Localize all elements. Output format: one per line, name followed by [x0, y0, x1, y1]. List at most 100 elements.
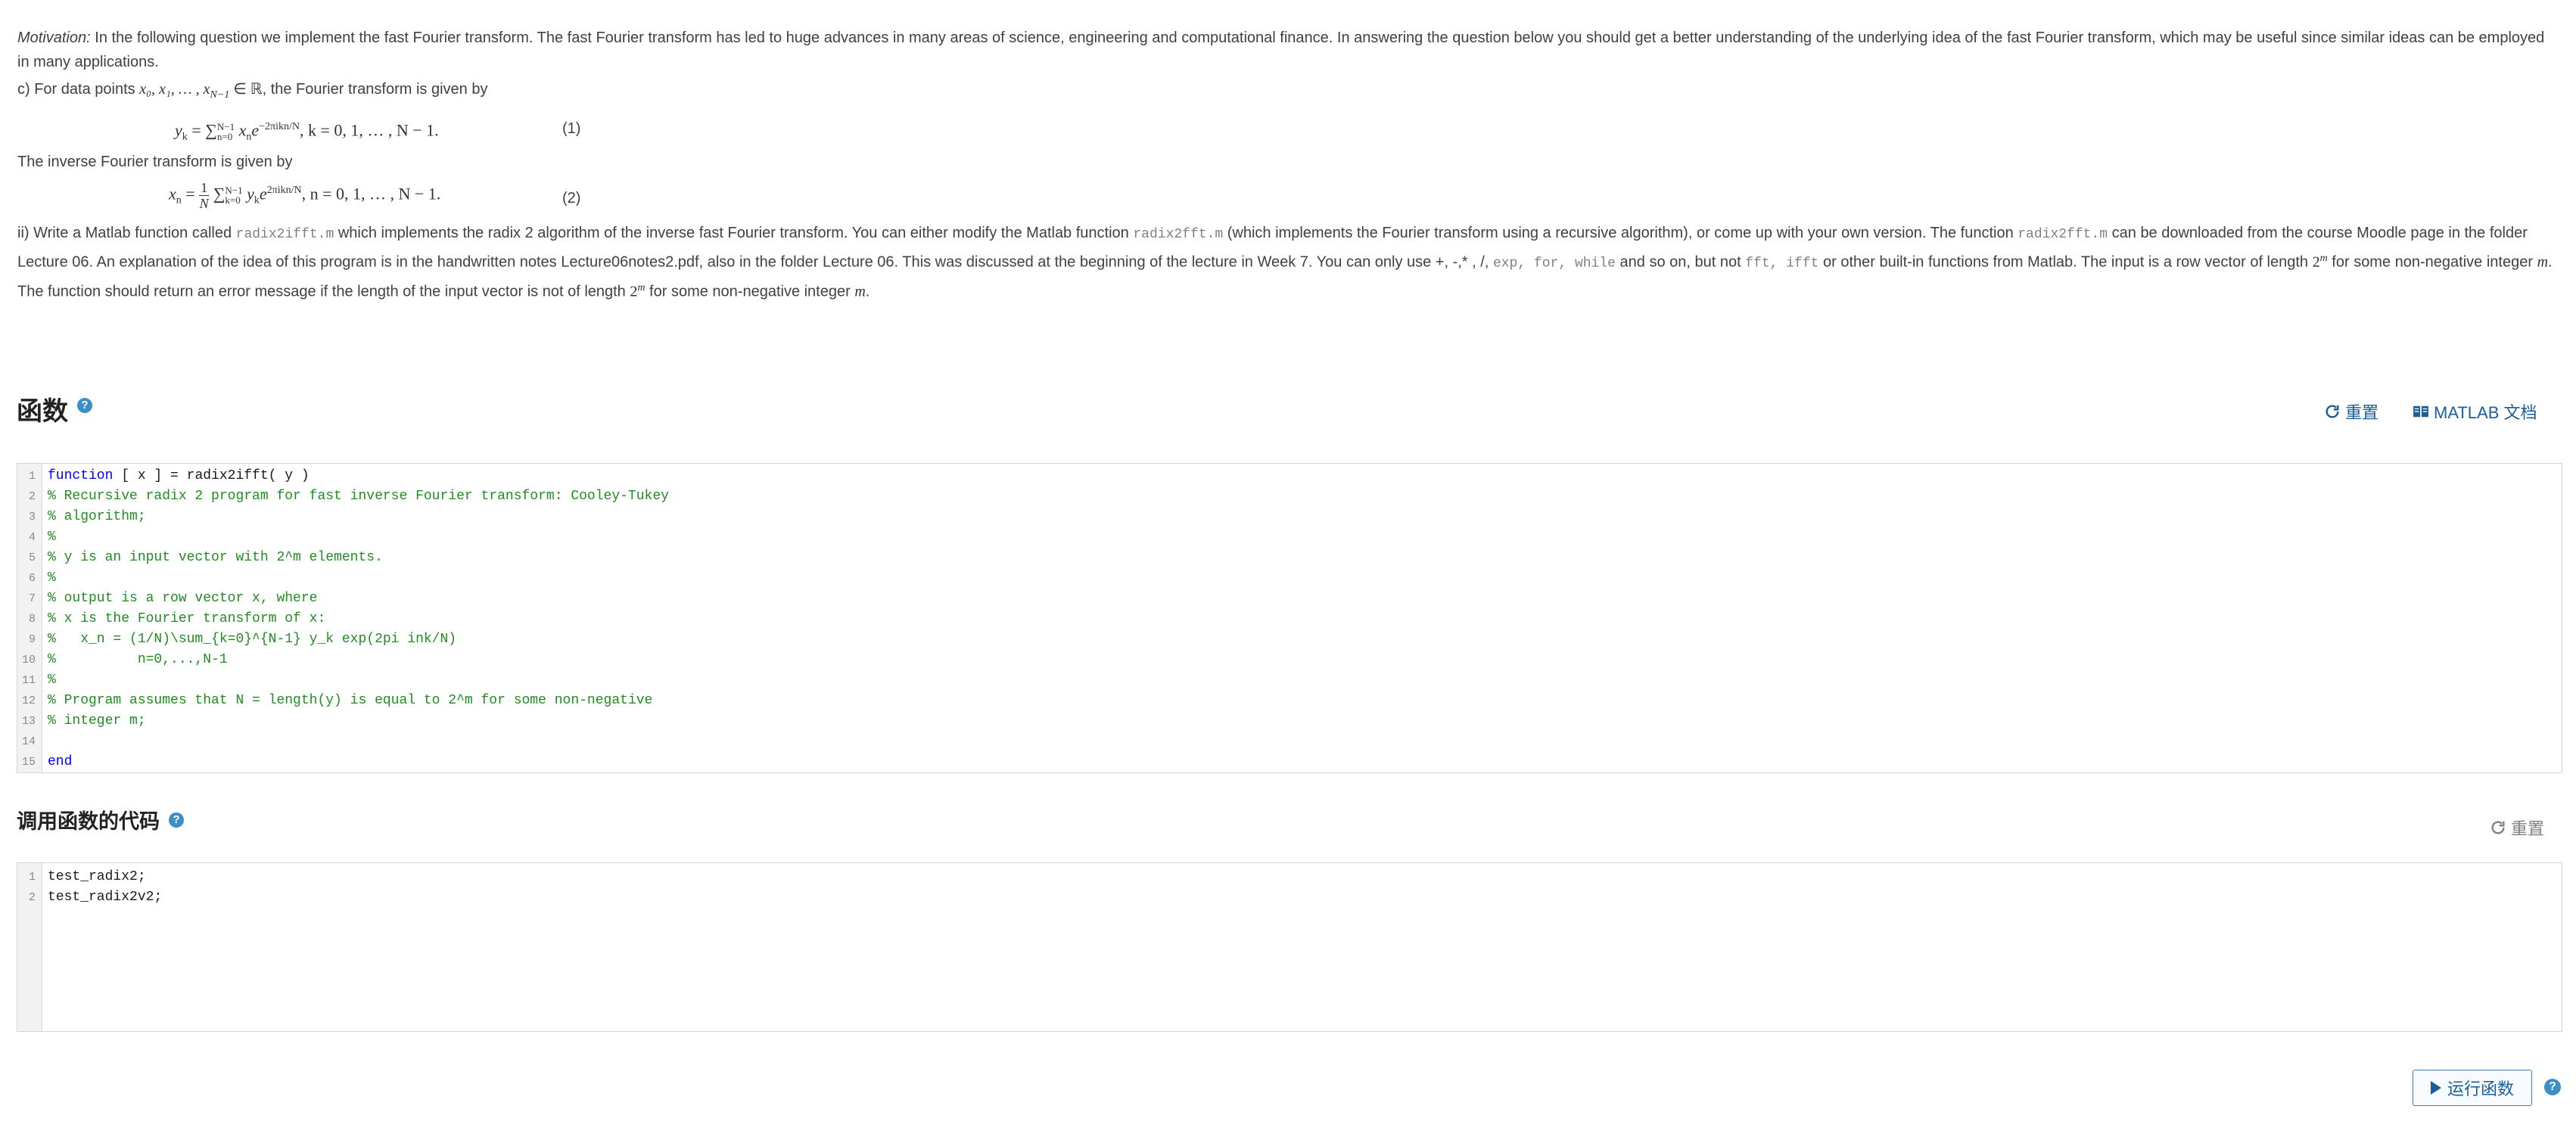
eq1-sum: = ∑ — [187, 120, 217, 140]
code-line[interactable]: 1 function [ x ] = radix2ifft( y ) — [17, 466, 2562, 486]
code-line[interactable]: 15 end — [17, 752, 2562, 772]
part-ii-g: for some non-negative integer — [2327, 253, 2537, 271]
code-line[interactable]: 7 % output is a row vector x, where — [17, 589, 2562, 609]
eq1-exp: −2πikn/N — [259, 121, 300, 132]
code-text: test_radix2; — [48, 869, 146, 884]
eq2-sum-sub: k=0 — [225, 194, 241, 207]
function-section-title: 函数 — [17, 397, 68, 426]
eq1-range: , k = 0, 1, … , N − 1. — [299, 120, 439, 140]
help-icon[interactable]: ? — [77, 397, 92, 413]
eq2-exp: 2πikn/N — [266, 185, 302, 196]
code-line[interactable]: 2 % Recursive radix 2 program for fast in… — [17, 486, 2562, 507]
points-text: x₀, x₁, … , x — [139, 81, 210, 98]
code-text: % Recursive radix 2 program for fast inv… — [48, 489, 669, 504]
equation-1: yk = ∑ N−1 n=0 xne−2πikn/N, k = 0, 1, … , … — [17, 107, 2553, 150]
code-text: % x_n = (1/N)\sum_{k=0}^{N-1} y_k exp(2p… — [48, 632, 457, 647]
code-line[interactable]: 12 % Program assumes that N = length(y) i… — [17, 691, 2562, 711]
part-ii-f: or other built-in functions from Matlab.… — [1818, 253, 2313, 271]
line-number: 11 — [21, 674, 36, 687]
part-ii-a: ii) Write a Matlab function called — [17, 225, 236, 241]
function-code-editor[interactable]: 1 function [ x ] = radix2ifft( y ) 2 % Recu… — [17, 463, 2562, 773]
part-ii-c: (which implements the Fourier transform … — [1223, 225, 2018, 241]
line-number: 7 — [28, 592, 36, 605]
code-line[interactable]: 11% — [17, 670, 2562, 691]
part-ii-paragraph: ii) Write a Matlab function called radix… — [17, 221, 2553, 303]
motivation-label: Motivation: — [17, 30, 91, 46]
code-line[interactable]: 10 % n=0,...,N-1 — [17, 650, 2562, 670]
code-line[interactable]: 4% — [17, 527, 2562, 548]
inverse-intro: The inverse Fourier transform is given b… — [17, 154, 293, 170]
code-text: % x is the Fourier transform of x: — [48, 611, 326, 626]
eq1-lhs: y — [175, 120, 182, 140]
code-line[interactable]: 6% — [17, 568, 2562, 589]
equation-1-number: (1) — [562, 120, 581, 137]
run-function-button[interactable]: 运行函数 — [2413, 1070, 2532, 1106]
equation-2-number: (2) — [562, 190, 581, 207]
code-text: % — [48, 673, 56, 688]
code-text: test_radix2v2; — [48, 890, 163, 905]
part-ii-len2: 2 — [630, 283, 638, 300]
line-number: 2 — [28, 891, 36, 904]
code-line[interactable]: 9 % x_n = (1/N)\sum_{k=0}^{N-1} y_k exp(2… — [17, 629, 2562, 650]
call-section-header: 调用函数的代码 ? — [17, 805, 184, 834]
help-icon[interactable]: ? — [169, 812, 184, 828]
call-reset-label: 重置 — [2511, 819, 2545, 838]
part-ii-len: 2 — [2312, 253, 2320, 271]
line-number: 9 — [28, 633, 36, 646]
motivation-text: In the following question we implement t… — [17, 30, 2545, 70]
code-text: end — [48, 752, 72, 772]
line-number: 14 — [21, 735, 36, 748]
code-text: % integer m; — [48, 713, 146, 728]
line-number: 3 — [28, 511, 36, 523]
part-ii-allowed: exp, for, while — [1492, 256, 1616, 272]
matlab-docs-link[interactable]: MATLAB 文档 — [2413, 399, 2537, 424]
call-reset-button[interactable]: 重置 — [2490, 815, 2544, 840]
eq1-body: x — [235, 120, 247, 140]
code-text: % output is a row vector x, where — [48, 591, 318, 606]
part-ii-m2: m — [854, 283, 866, 300]
line-number: 5 — [28, 551, 36, 564]
code-text: function [ x ] = radix2ifft( y ) — [48, 468, 310, 483]
function-reset-button[interactable]: 重置 — [2324, 399, 2378, 424]
equation-2-formula: xn = 1N ∑ N−1 k=0 yke2πikn/N, n = 0, 1, … … — [169, 179, 441, 211]
line-number: 15 — [21, 756, 36, 769]
code-line[interactable]: 2 test_radix2v2; — [17, 887, 2562, 908]
eq2-body-sub: k — [254, 194, 260, 207]
matlab-docs-label: MATLAB 文档 — [2434, 403, 2537, 422]
part-c-after: , the Fourier transform is given by — [262, 81, 488, 98]
line-number: 1 — [28, 470, 36, 483]
points-tail: ∈ ℝ — [229, 81, 263, 98]
motivation-paragraph: Motivation: In the following question we… — [17, 26, 2553, 74]
equation-2: xn = 1N ∑ N−1 k=0 yke2πikn/N, n = 0, 1, … … — [17, 174, 2553, 221]
code-line[interactable]: 3 % algorithm; — [17, 507, 2562, 527]
code-line[interactable]: 5 % y is an input vector with 2^m element… — [17, 548, 2562, 568]
part-c-points: x₀, x₁, … , xN−1 ∈ ℝ — [139, 81, 263, 101]
eq2-lhs: x — [169, 184, 176, 203]
line-number: 8 — [28, 613, 36, 626]
code-line[interactable]: 13 % integer m; — [17, 711, 2562, 732]
eq1-sum-sub: n=0 — [216, 131, 233, 143]
line-number: 12 — [21, 694, 36, 707]
line-number: 4 — [28, 531, 36, 544]
code-text: % algorithm; — [48, 509, 146, 524]
part-ii-fn3: radix2fft.m — [2018, 227, 2108, 242]
eq2-frac-num: 1 — [199, 179, 210, 196]
function-section-header: 函数 ? — [17, 390, 92, 427]
part-ii-j: . — [865, 283, 870, 300]
run-help-icon[interactable]: ? — [2544, 1079, 2561, 1095]
line-number: 1 — [28, 871, 36, 884]
eq1-lhs-sub: k — [182, 131, 188, 143]
points-sub: N−1 — [210, 89, 230, 101]
part-ii-m: m — [2537, 253, 2549, 271]
part-ii-fn2: radix2fft.m — [1133, 227, 1224, 242]
eq2-exp-base: e — [259, 184, 267, 203]
run-function-label: 运行函数 — [2447, 1080, 2514, 1098]
call-code-editor[interactable]: 1 test_radix2; 2 test_radix2v2; — [17, 862, 2562, 1032]
eq2-range: , n = 0, 1, … , N − 1. — [301, 184, 441, 203]
code-line[interactable]: 14 — [17, 732, 2562, 752]
part-ii-i: for some non-negative integer — [645, 283, 855, 300]
code-line[interactable]: 1 test_radix2; — [17, 867, 2562, 887]
eq1-exp-base: e — [251, 120, 260, 140]
code-line[interactable]: 8 % x is the Fourier transform of x: — [17, 609, 2562, 629]
part-c-intro: c) For data points x₀, x₁, … , xN−1 ∈ ℝ,… — [17, 77, 2553, 107]
